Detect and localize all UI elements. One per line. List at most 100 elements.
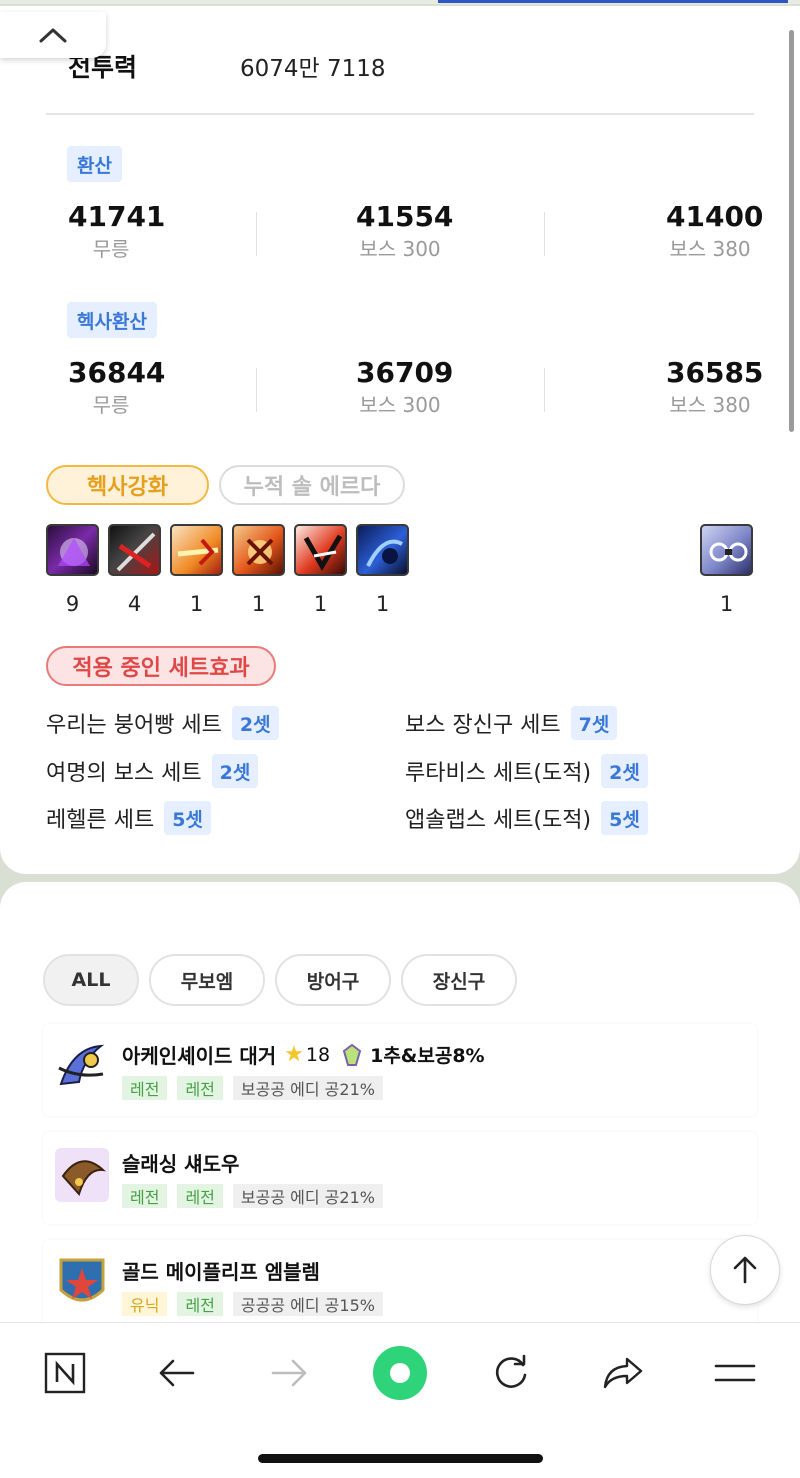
potential-summary-tag: 보공공 에디 공21% (232, 1076, 383, 1100)
set-name: 여명의 보스 세트 (46, 761, 202, 786)
share-button[interactable] (588, 1345, 658, 1401)
equipment-name: 슬래싱 섀도우 (122, 1152, 240, 1176)
forward-button[interactable] (254, 1345, 324, 1401)
hexa-common-skill-icon[interactable] (700, 524, 753, 576)
stat-divider (256, 368, 257, 412)
set-effect-item: 앱솔랩스 세트(도적) 5셋 (405, 799, 648, 837)
naver-home-button[interactable] (30, 1345, 100, 1401)
set-name: 보스 장신구 세트 (405, 713, 561, 738)
hexa-skill-icon[interactable] (232, 524, 285, 576)
equipment-tags: 레전 레전 보공공 에디 공21% (122, 1076, 383, 1100)
back-button[interactable] (142, 1345, 212, 1401)
set-effect-item: 루타비스 세트(도적) 2셋 (405, 752, 648, 790)
hexa-skill-icon[interactable] (46, 524, 99, 576)
potential-summary-tag: 보공공 에디 공21% (232, 1184, 383, 1208)
stat-divider (256, 212, 257, 256)
set-effect-item: 보스 장신구 세트 7셋 (405, 704, 618, 742)
potential-grade-tag: 레전 (122, 1184, 168, 1208)
set-count-badge: 2셋 (601, 754, 648, 788)
set-effects-label: 적용 중인 세트효과 (46, 646, 276, 686)
stat-mureung: 41741 무릉 (68, 200, 166, 270)
stat-value: 41741 (68, 200, 166, 233)
menu-icon (714, 1364, 756, 1382)
set-count-badge: 7셋 (570, 706, 618, 740)
top-strip (0, 0, 800, 4)
potential-grade-tag: 유닉 (122, 1292, 168, 1316)
skill-level: 1 (189, 592, 204, 616)
chevron-up-icon (39, 28, 67, 43)
equipment-tags: 레전 레전 보공공 에디 공21% (122, 1184, 383, 1208)
stat-label: 보스 380 (669, 237, 751, 261)
forward-arrow-icon (271, 1359, 307, 1387)
set-name: 우리는 붕어빵 세트 (46, 713, 222, 738)
filter-all[interactable]: ALL (43, 954, 139, 1006)
secondary-weapon-icon (55, 1148, 109, 1202)
set-effect-item: 여명의 보스 세트 2셋 (46, 752, 259, 790)
menu-button[interactable] (700, 1345, 770, 1401)
equipment-row[interactable]: 아케인셰이드 대거 ★ 18 1추&보공8% 레전 레전 보공공 에디 공21% (43, 1024, 757, 1116)
set-count-badge: 5셋 (164, 801, 211, 835)
stat-mureung: 36844 무릉 (68, 356, 165, 426)
home-indicator[interactable] (258, 1454, 543, 1463)
refresh-button[interactable] (476, 1345, 546, 1401)
hexa-skill-icon[interactable] (356, 524, 409, 576)
set-name: 앱솔랩스 세트(도적) (405, 808, 592, 833)
top-accent (438, 0, 788, 3)
hexa-skill-icon[interactable] (108, 524, 161, 576)
hexa-skill-icon[interactable] (170, 524, 223, 576)
stats-card (0, 6, 800, 874)
stat-label: 무릉 (92, 393, 130, 417)
stat-boss380: 41400 보스 380 (666, 200, 764, 270)
equipment-row[interactable]: 슬래싱 섀도우 레전 레전 보공공 에디 공21% (43, 1132, 757, 1224)
stat-value: 36585 (666, 356, 764, 389)
filter-accessory[interactable]: 장신구 (401, 954, 517, 1006)
hexa-skill-icon[interactable] (294, 524, 347, 576)
stat-boss300: 36709 보스 300 (356, 356, 453, 426)
scroll-to-top-button[interactable] (710, 1235, 780, 1305)
equipment-name-line: 슬래싱 섀도우 (122, 1148, 239, 1177)
set-name: 레헬른 세트 (46, 808, 155, 833)
skill-level: 1 (251, 592, 266, 616)
additional-potential-icon (342, 1043, 362, 1066)
starforce-value: 18 (305, 1043, 331, 1066)
skill-level: 4 (127, 592, 142, 616)
stat-boss380: 36585 보스 380 (666, 356, 764, 426)
share-icon (603, 1357, 643, 1389)
stat-label: 무릉 (92, 237, 130, 261)
collapse-button[interactable] (0, 12, 106, 58)
common-skill-level: 1 (719, 592, 734, 616)
dagger-icon (58, 1044, 105, 1086)
additional-potential-value: 1추&보공8% (370, 1045, 485, 1067)
filter-armor[interactable]: 방어구 (275, 954, 391, 1006)
green-dot-button[interactable] (365, 1345, 435, 1401)
filter-weapon-secondary-emblem[interactable]: 무보엠 (149, 954, 265, 1006)
browser-toolbar (0, 1322, 800, 1478)
skill-level: 9 (65, 592, 80, 616)
set-count-badge: 5셋 (601, 801, 648, 835)
stat-value: 41400 (666, 200, 764, 233)
star-icon: ★ (284, 1042, 304, 1067)
arrow-up-icon (733, 1256, 757, 1284)
equipment-tags: 유닉 레전 공공공 에디 공15% (122, 1292, 383, 1316)
set-count-badge: 2셋 (211, 754, 259, 788)
additional-grade-tag: 레전 (177, 1184, 223, 1208)
back-arrow-icon (159, 1359, 195, 1387)
refresh-icon (495, 1354, 527, 1388)
tab-hexa-enhance[interactable]: 헥사강화 (46, 465, 209, 505)
hexa-conversion-label: 헥사환산 (67, 302, 157, 338)
emblem-icon (59, 1258, 105, 1302)
set-effect-item: 우리는 붕어빵 세트 2셋 (46, 704, 279, 742)
tab-sol-erda[interactable]: 누적 솔 에르다 (219, 465, 405, 505)
divider (46, 113, 754, 115)
set-name: 루타비스 세트(도적) (405, 761, 592, 786)
set-count-badge: 2셋 (231, 706, 279, 740)
potential-summary-tag: 공공공 에디 공15% (232, 1292, 383, 1316)
equipment-name-line: 골드 메이플리프 엠블렘 (122, 1256, 320, 1285)
naver-icon (44, 1352, 86, 1394)
scrollbar[interactable] (789, 30, 794, 432)
equipment-row[interactable]: 골드 메이플리프 엠블렘 유닉 레전 공공공 에디 공15% (43, 1240, 757, 1332)
skill-level: 1 (313, 592, 328, 616)
stat-label: 보스 300 (359, 237, 441, 261)
stat-divider (544, 368, 545, 412)
combat-power-value: 6074만 7118 (240, 56, 386, 82)
